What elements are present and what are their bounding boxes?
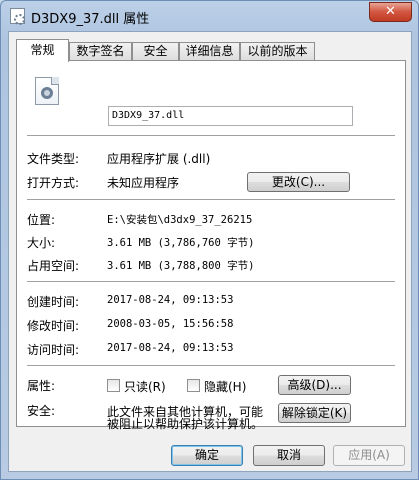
location-label: 位置: (27, 213, 56, 227)
separator (27, 281, 395, 283)
accessed-label: 访问时间: (27, 343, 80, 357)
accessed-value: 2017-08-24, 09:13:53 (107, 342, 234, 354)
tab-security[interactable]: 安全 (132, 42, 179, 61)
general-tab-panel: D3DX9_37.dll 文件类型: 应用程序扩展 (.dll) 打开方式: 未… (16, 60, 406, 431)
gear-icon (41, 87, 53, 99)
title-bar[interactable]: D3DX9_37.dll 属性 ✕ (1, 1, 418, 31)
file-type-value: 应用程序扩展 (.dll) (107, 152, 211, 166)
created-label: 创建时间: (27, 295, 80, 309)
tab-general[interactable]: 常规 (16, 39, 69, 62)
unblock-button[interactable]: 解除锁定(K) (278, 403, 351, 423)
separator (27, 199, 395, 201)
change-button[interactable]: 更改(C)... (247, 172, 350, 192)
tab-digital-signatures[interactable]: 数字签名 (69, 42, 132, 61)
modified-label: 修改时间: (27, 319, 80, 333)
dialog-body: 常规 数字签名 安全 详细信息 以前的版本 D3DX9_37.dll 文件类型:… (8, 31, 412, 472)
opens-with-value: 未知应用程序 (107, 176, 180, 190)
hidden-checkbox[interactable] (187, 379, 200, 392)
close-button[interactable]: ✕ (369, 2, 412, 22)
dll-file-large-icon (35, 77, 59, 105)
security-label: 安全: (27, 404, 56, 418)
readonly-checkbox[interactable] (107, 379, 120, 392)
separator (27, 135, 395, 137)
hidden-label[interactable]: 隐藏(H) (204, 378, 246, 395)
advanced-button[interactable]: 高级(D)... (278, 375, 351, 395)
size-on-disk-label: 占用空间: (27, 259, 80, 273)
ok-button[interactable]: 确定 (171, 445, 243, 466)
opens-with-label: 打开方式: (27, 176, 80, 190)
properties-window: D3DX9_37.dll 属性 ✕ 常规 数字签名 安全 详细信息 以前的版本 … (0, 0, 419, 480)
file-type-label: 文件类型: (27, 152, 80, 166)
attributes-label: 属性: (27, 379, 56, 393)
tab-strip: 常规 数字签名 安全 详细信息 以前的版本 (16, 39, 406, 62)
size-label: 大小: (27, 236, 56, 250)
window-title: D3DX9_37.dll 属性 (31, 12, 150, 27)
location-value: E:\安装包\d3dx9_37_26215 (107, 214, 253, 226)
created-value: 2017-08-24, 09:13:53 (107, 294, 234, 306)
file-name-input[interactable]: D3DX9_37.dll (108, 106, 353, 126)
size-on-disk-value: 3.61 MB (3,788,800 字节) (107, 260, 255, 272)
readonly-label[interactable]: 只读(R) (124, 378, 166, 395)
cancel-button[interactable]: 取消 (253, 445, 325, 466)
dll-file-icon (10, 8, 25, 25)
tab-previous-versions[interactable]: 以前的版本 (240, 42, 315, 61)
apply-button[interactable]: 应用(A) (333, 445, 405, 466)
modified-value: 2008-03-05, 15:56:58 (107, 318, 234, 330)
separator (27, 365, 395, 367)
size-value: 3.61 MB (3,786,760 字节) (107, 237, 255, 249)
security-message-line2: 被阻止以帮助保护该计算机。 (107, 417, 264, 431)
tab-details[interactable]: 详细信息 (179, 42, 240, 61)
close-icon: ✕ (385, 4, 396, 19)
